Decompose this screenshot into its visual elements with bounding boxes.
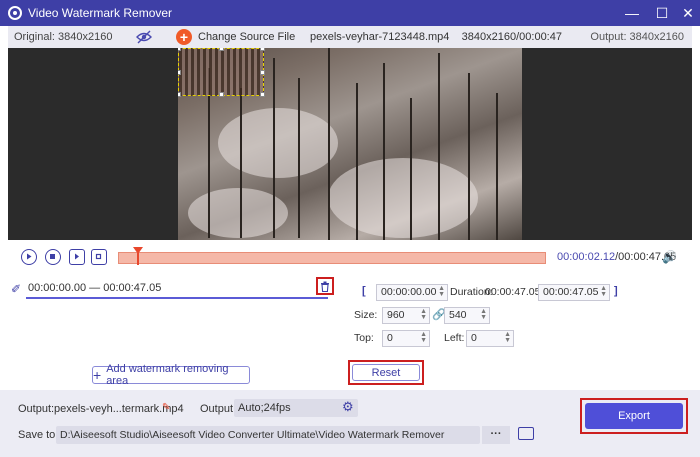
eye-slash-icon[interactable] <box>136 30 152 44</box>
spinner-icon[interactable]: ▲ ▼ <box>600 285 607 298</box>
resize-handle[interactable] <box>178 70 181 75</box>
export-highlight: Export <box>580 398 688 434</box>
height-value: 540 <box>449 309 467 321</box>
resize-handle[interactable] <box>219 92 224 97</box>
output-format-value: Auto;24fps <box>238 402 291 414</box>
output-format-field[interactable]: Auto;24fps <box>234 399 358 417</box>
start-time-value: 00:00:00.00 <box>381 286 437 298</box>
set-start-icon[interactable] <box>69 249 85 265</box>
add-watermark-area-button[interactable]: + Add watermark removing area <box>92 363 250 387</box>
close-icon[interactable]: ✕ <box>674 0 700 26</box>
minimize-icon[interactable]: — <box>618 0 646 26</box>
playback-controls: 00:00:02.12/00:00:47.05 🔊 <box>8 240 692 274</box>
reset-button[interactable]: Reset <box>352 364 420 381</box>
video-frame <box>178 48 522 240</box>
set-start-bracket-icon[interactable]: [ <box>362 285 366 297</box>
set-end-bracket-icon[interactable]: ] <box>614 285 618 297</box>
top-value: 0 <box>387 332 393 344</box>
spinner-icon[interactable]: ▲ ▼ <box>438 285 445 298</box>
window-title: Video Watermark Remover <box>28 6 173 20</box>
play-icon[interactable] <box>21 249 37 265</box>
delete-segment-button[interactable] <box>316 277 334 295</box>
pencil-icon[interactable]: ✎ <box>162 402 170 413</box>
save-path-value: D:\Aiseesoft Studio\Aiseesoft Video Conv… <box>60 429 445 441</box>
change-source-button[interactable]: + Change Source File <box>176 28 295 46</box>
folder-icon[interactable] <box>518 427 534 440</box>
segment-bar <box>26 297 328 299</box>
source-file-name: pexels-veyhar-7123448.mp4 <box>310 31 450 43</box>
end-time-field[interactable]: 00:00:47.05 ▲ ▼ <box>538 284 610 301</box>
spinner-icon[interactable]: ▲ ▼ <box>504 331 511 344</box>
maximize-icon[interactable]: ☐ <box>648 0 676 26</box>
stop-icon[interactable] <box>45 249 61 265</box>
title-bar: Video Watermark Remover — ☐ ✕ <box>0 0 700 26</box>
left-value: 0 <box>471 332 477 344</box>
reset-highlight: Reset <box>348 360 424 385</box>
playhead-line <box>137 253 139 265</box>
end-time-value: 00:00:47.05 <box>543 286 599 298</box>
resize-handle[interactable] <box>260 70 265 75</box>
resize-handle[interactable] <box>178 92 181 97</box>
plus-icon: + <box>176 29 192 45</box>
area-settings: [ 00:00:00.00 ▲ ▼ Duration: 00:00:47.05 0… <box>344 274 692 390</box>
set-end-icon[interactable] <box>91 249 107 265</box>
spinner-icon[interactable]: ▲ ▼ <box>480 308 487 321</box>
output-format-label: Output: <box>200 403 237 415</box>
resize-handle[interactable] <box>219 48 224 51</box>
spinner-icon[interactable]: ▲ ▼ <box>420 308 427 321</box>
app-icon <box>8 6 22 20</box>
segment-item[interactable]: ✐ 00:00:00.00 — 00:00:47.05 <box>8 276 338 300</box>
width-value: 960 <box>387 309 405 321</box>
info-bar: Original: 3840x2160 + Change Source File… <box>8 26 692 48</box>
source-file-meta: 3840x2160/00:00:47 <box>461 31 562 43</box>
volume-icon[interactable]: 🔊 <box>662 250 677 264</box>
plus-icon: + <box>93 367 102 383</box>
original-resolution: Original: 3840x2160 <box>14 31 113 43</box>
browse-more-button[interactable]: ··· <box>482 426 510 444</box>
resize-handle[interactable] <box>260 48 265 51</box>
export-button[interactable]: Export <box>585 403 683 429</box>
watermark-selection-box[interactable] <box>178 48 265 97</box>
source-file-info: pexels-veyhar-7123448.mp4 3840x2160/00:0… <box>310 31 562 43</box>
left-field[interactable]: 0 ▲ ▼ <box>466 330 514 347</box>
output-file-label: Output: <box>18 403 55 415</box>
resize-handle[interactable] <box>260 92 265 97</box>
segment-list: ✐ 00:00:00.00 — 00:00:47.05 + Add waterm… <box>8 274 344 390</box>
video-preview <box>8 48 692 240</box>
left-label: Left: <box>444 332 465 344</box>
start-time-field[interactable]: 00:00:00.00 ▲ ▼ <box>376 284 448 301</box>
output-settings-bar: Output: pexels-veyh...termark.mp4 ✎ Outp… <box>0 390 700 457</box>
resize-handle[interactable] <box>178 48 181 51</box>
segment-time-range: 00:00:00.00 — 00:00:47.05 <box>28 282 162 294</box>
spinner-icon[interactable]: ▲ ▼ <box>420 331 427 344</box>
save-to-label: Save to: <box>18 429 59 441</box>
eraser-icon: ✐ <box>11 282 22 296</box>
gear-icon[interactable]: ⚙ <box>342 399 354 415</box>
height-field[interactable]: 540 ▲ ▼ <box>444 307 490 324</box>
trash-icon <box>321 281 329 292</box>
size-label: Size: <box>354 309 378 321</box>
top-label: Top: <box>354 332 374 344</box>
add-area-label: Add watermark removing area <box>106 363 229 387</box>
output-resolution: Output: 3840x2160 <box>590 31 684 43</box>
timeline-track[interactable] <box>118 247 546 265</box>
time-readout: 00:00:02.12/00:00:47.05 <box>557 251 676 263</box>
duration-value: 00:00:47.05 <box>485 286 541 298</box>
width-field[interactable]: 960 ▲ ▼ <box>382 307 430 324</box>
save-path-field[interactable]: D:\Aiseesoft Studio\Aiseesoft Video Conv… <box>56 426 480 444</box>
top-field[interactable]: 0 ▲ ▼ <box>382 330 430 347</box>
current-time: 00:00:02.12 <box>557 251 616 263</box>
change-source-label: Change Source File <box>198 31 296 43</box>
